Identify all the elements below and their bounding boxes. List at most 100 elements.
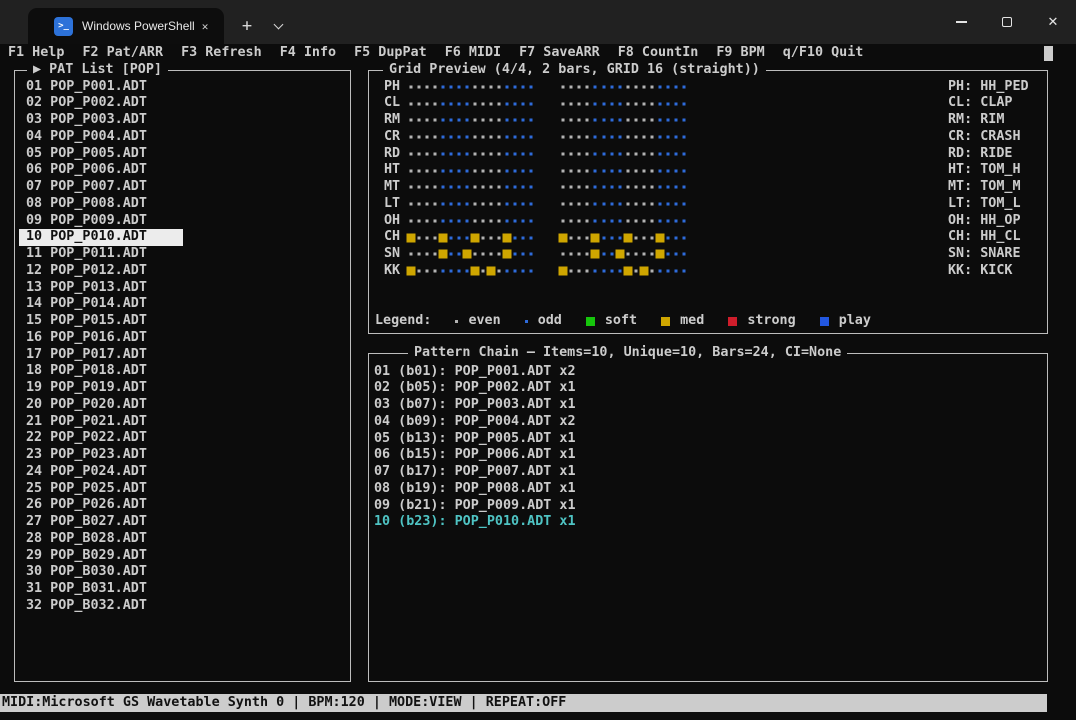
grid-step-dot: [463, 95, 471, 112]
grid-step-dot: [423, 112, 431, 129]
pat-list-item[interactable]: 25 POP_P025.ADT: [19, 481, 183, 498]
pat-list-item[interactable]: 07 POP_P007.ADT: [19, 179, 183, 196]
pat-list-item[interactable]: 29 POP_B029.ADT: [19, 548, 183, 565]
pat-list-item[interactable]: 15 POP_P015.ADT: [19, 313, 183, 330]
pat-list-item[interactable]: 16 POP_P016.ADT: [19, 330, 183, 347]
grid-row-label: RM: [384, 112, 407, 129]
close-icon: ✕: [1048, 15, 1059, 30]
pat-list-item[interactable]: 06 POP_P006.ADT: [19, 162, 183, 179]
chain-item[interactable]: 09 (b21): POP_P009.ADT x1: [374, 498, 576, 515]
pat-list-item[interactable]: 22 POP_P022.ADT: [19, 430, 183, 447]
menu-item-q-f10[interactable]: q/F10 Quit: [783, 45, 864, 62]
menu-item-f5[interactable]: F5 DupPat: [354, 45, 427, 62]
drum-key-ph: PH: HH_PED: [948, 79, 1029, 96]
legend-entry-soft: soft: [586, 313, 637, 330]
pat-list-item[interactable]: 19 POP_P019.ADT: [19, 380, 183, 397]
grid-step-dot: [471, 95, 479, 112]
grid-step-dot: [583, 162, 591, 179]
grid-hit: [471, 263, 479, 280]
grid-hit: [559, 263, 567, 280]
chain-item[interactable]: 10 (b23): POP_P010.ADT x1: [374, 514, 576, 531]
legend-entry-odd: odd: [525, 313, 562, 330]
pat-list-item[interactable]: 11 POP_P011.ADT: [19, 246, 183, 263]
grid-step-dot: [503, 129, 511, 146]
pat-list-item[interactable]: 27 POP_B027.ADT: [19, 514, 183, 531]
pat-list-item[interactable]: 23 POP_P023.ADT: [19, 447, 183, 464]
menu-item-f3[interactable]: F3 Refresh: [181, 45, 262, 62]
pat-list-item[interactable]: 13 POP_P013.ADT: [19, 280, 183, 297]
menu-item-f8[interactable]: F8 CountIn: [618, 45, 699, 62]
grid-step-dot: [407, 246, 415, 263]
menu-item-f4[interactable]: F4 Info: [280, 45, 336, 62]
chain-item[interactable]: 04 (b09): POP_P004.ADT x2: [374, 414, 576, 431]
chain-item[interactable]: 05 (b13): POP_P005.ADT x1: [374, 431, 576, 448]
drum-key-cr: CR: CRASH: [948, 129, 1021, 146]
grid-step-dot: [672, 213, 680, 230]
pat-list-item[interactable]: 03 POP_P003.ADT: [19, 112, 183, 129]
grid-step-dot: [632, 213, 640, 230]
grid-hit: [503, 246, 511, 263]
grid-step-dot: [632, 196, 640, 213]
pat-list-item[interactable]: 21 POP_P021.ADT: [19, 414, 183, 431]
chain-item[interactable]: 06 (b15): POP_P006.ADT x1: [374, 447, 576, 464]
maximize-button[interactable]: [984, 0, 1030, 44]
pat-list-item[interactable]: 01 POP_P001.ADT: [19, 79, 183, 96]
pat-list-item[interactable]: 10 POP_P010.ADT: [19, 229, 183, 246]
grid-step-dot: [527, 112, 535, 129]
grid-step-dot: [471, 146, 479, 163]
pat-list-item[interactable]: 02 POP_P002.ADT: [19, 95, 183, 112]
grid-step-dot: [567, 246, 575, 263]
grid-step-dot: [447, 112, 455, 129]
close-button[interactable]: ✕: [1030, 0, 1076, 44]
grid-step-dot: [680, 263, 688, 280]
bar-divider: [535, 237, 559, 238]
pat-list-item[interactable]: 18 POP_P018.ADT: [19, 363, 183, 380]
grid-step-dot: [423, 79, 431, 96]
grid-step-dot: [632, 229, 640, 246]
grid-step-dot: [664, 146, 672, 163]
pat-list-item[interactable]: 26 POP_P026.ADT: [19, 497, 183, 514]
tab-close-icon[interactable]: ✕: [196, 17, 214, 35]
legend-symbol-strong: [728, 317, 737, 326]
pat-list-item[interactable]: 08 POP_P008.ADT: [19, 196, 183, 213]
chain-item[interactable]: 01 (b01): POP_P001.ADT x2: [374, 364, 576, 381]
chain-item[interactable]: 02 (b05): POP_P002.ADT x1: [374, 380, 576, 397]
chain-item[interactable]: 07 (b17): POP_P007.ADT x1: [374, 464, 576, 481]
menu-item-f1[interactable]: F1 Help: [8, 45, 64, 62]
pat-list-item[interactable]: 14 POP_P014.ADT: [19, 296, 183, 313]
grid-step-dot: [664, 79, 672, 96]
powershell-tab[interactable]: >_ Windows PowerShell ✕: [28, 8, 224, 44]
minimize-button[interactable]: [938, 0, 984, 44]
tab-dropdown-button[interactable]: [266, 12, 290, 40]
grid-step-dot: [591, 213, 599, 230]
grid-step-dot: [672, 246, 680, 263]
pat-list-item[interactable]: 31 POP_B031.ADT: [19, 581, 183, 598]
chain-item[interactable]: 08 (b19): POP_P008.ADT x1: [374, 481, 576, 498]
pat-list-item[interactable]: 20 POP_P020.ADT: [19, 397, 183, 414]
pat-list-item[interactable]: 17 POP_P017.ADT: [19, 347, 183, 364]
pat-list-item[interactable]: 05 POP_P005.ADT: [19, 146, 183, 163]
menu-item-f7[interactable]: F7 SaveARR: [519, 45, 600, 62]
grid-step-dot: [632, 112, 640, 129]
pat-list-item[interactable]: 32 POP_B032.ADT: [19, 598, 183, 615]
menu-item-f2[interactable]: F2 Pat/ARR: [82, 45, 163, 62]
chain-item[interactable]: 03 (b07): POP_P003.ADT x1: [374, 397, 576, 414]
pat-list-item[interactable]: 09 POP_P009.ADT: [19, 213, 183, 230]
grid-step-dot: [583, 129, 591, 146]
menu-item-f9[interactable]: F9 BPM: [716, 45, 764, 62]
grid-step-dot: [527, 162, 535, 179]
grid-step-dot: [672, 129, 680, 146]
grid-step-dot: [672, 179, 680, 196]
grid-step-dot: [479, 213, 487, 230]
grid-step-dot: [479, 146, 487, 163]
pat-list-item[interactable]: 24 POP_P024.ADT: [19, 464, 183, 481]
pat-list-item[interactable]: 12 POP_P012.ADT: [19, 263, 183, 280]
new-tab-button[interactable]: +: [233, 12, 261, 40]
terminal-content: F1 Help F2 Pat/ARR F3 Refresh F4 Info F5 Dup…: [0, 44, 1076, 720]
grid-step-dot: [591, 79, 599, 96]
pat-list-item[interactable]: 04 POP_P004.ADT: [19, 129, 183, 146]
pat-list-item[interactable]: 30 POP_B030.ADT: [19, 564, 183, 581]
grid-step-dot: [479, 129, 487, 146]
pat-list-item[interactable]: 28 POP_B028.ADT: [19, 531, 183, 548]
menu-item-f6[interactable]: F6 MIDI: [445, 45, 501, 62]
